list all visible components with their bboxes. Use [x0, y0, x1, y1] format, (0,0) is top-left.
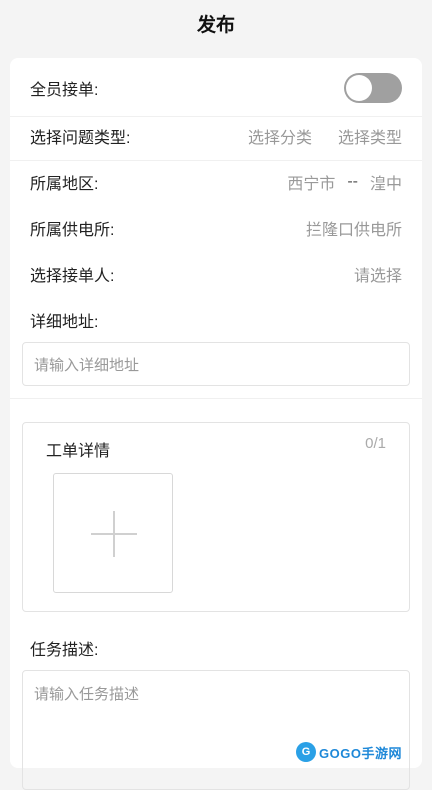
work-order-section: 工单详情 0/1 — [22, 422, 410, 612]
address-row: 详细地址: — [30, 304, 402, 336]
divider — [10, 398, 422, 399]
divider — [10, 116, 422, 117]
receiver-label: 选择接单人: — [30, 268, 115, 285]
power-station-select[interactable]: 拦隆口供电所 — [306, 216, 402, 240]
work-order-title: 工单详情 — [46, 443, 111, 460]
receiver-select[interactable]: 请选择 — [354, 262, 402, 286]
task-description-input[interactable]: 请输入任务描述 — [22, 670, 410, 790]
address-label: 详细地址: — [30, 314, 99, 331]
all-staff-label: 全员接单: — [30, 82, 99, 99]
district-select[interactable]: 湟中 — [370, 170, 402, 194]
divider — [10, 160, 422, 161]
city-select[interactable]: 西宁市 — [287, 170, 335, 194]
task-row: 任务描述: — [30, 632, 402, 664]
watermark: G GOGO手游网 — [296, 742, 402, 762]
all-staff-toggle[interactable] — [344, 73, 402, 103]
task-label: 任务描述: — [30, 642, 99, 659]
watermark-logo-icon: G — [296, 742, 317, 762]
type-select[interactable]: 选择类型 — [338, 124, 402, 148]
power-station-label: 所属供电所: — [30, 222, 115, 239]
watermark-text: GOGO手游网 — [319, 745, 402, 761]
power-station-row: 所属供电所: 拦隆口供电所 — [30, 212, 402, 244]
page-header: 发布 — [0, 0, 432, 46]
publish-form: 全员接单: 选择问题类型: 选择分类 选择类型 所属地区: 西宁市 -- 湟中 … — [10, 58, 422, 790]
plus-icon-vertical — [113, 511, 115, 557]
all-staff-row: 全员接单: — [30, 72, 402, 104]
problem-type-row: 选择问题类型: 选择分类 选择类型 — [30, 120, 402, 152]
address-placeholder: 请输入详细地址 — [34, 356, 140, 374]
toggle-knob — [346, 75, 372, 101]
region-label: 所属地区: — [30, 176, 99, 193]
task-placeholder: 请输入任务描述 — [34, 686, 140, 703]
address-input[interactable]: 请输入详细地址 — [22, 342, 410, 386]
region-row: 所属地区: 西宁市 -- 湟中 — [30, 166, 402, 198]
page-title: 发布 — [196, 14, 235, 36]
receiver-row: 选择接单人: 请选择 — [30, 258, 402, 290]
category-select[interactable]: 选择分类 — [248, 124, 312, 148]
image-count: 0/1 — [365, 435, 386, 452]
upload-image-button[interactable] — [53, 473, 173, 593]
region-separator: -- — [347, 173, 358, 190]
problem-type-label: 选择问题类型: — [30, 130, 131, 147]
